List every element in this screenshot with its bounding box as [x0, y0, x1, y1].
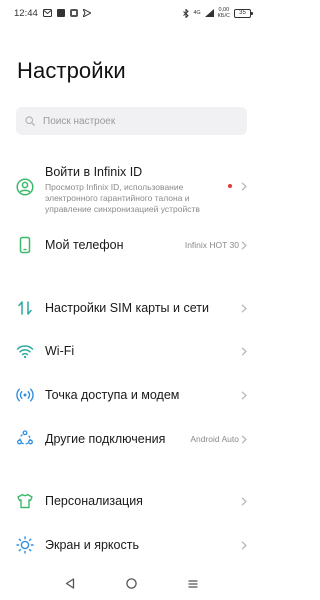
battery-icon: 35 [234, 8, 253, 18]
chevron-right-icon [240, 240, 248, 250]
settings-item-sim-network[interactable]: Настройки SIM карты и сети [0, 297, 263, 319]
status-time: 12:44 [14, 7, 38, 19]
item-label: Другие подключения [45, 432, 166, 446]
notification-icon-send [82, 9, 91, 17]
settings-item-wifi[interactable]: Wi-Fi [0, 340, 263, 362]
chevron-right-icon [240, 390, 248, 400]
chevron-right-icon [240, 434, 248, 444]
recents-icon [187, 580, 198, 588]
wifi-icon [16, 342, 34, 360]
sim-network-icon [16, 299, 34, 317]
network-indicator: 4G [193, 10, 200, 16]
home-icon [126, 578, 137, 589]
notification-dot [228, 184, 232, 188]
item-label: Мой телефон [45, 238, 124, 252]
item-value: Android Auto [190, 434, 239, 444]
connections-icon [16, 430, 34, 448]
status-bar: 12:44 4G 0,00 КБ/С 35 [0, 0, 263, 26]
network-type: 4G [193, 10, 201, 16]
item-value: Infinix HOT 30 [184, 240, 239, 250]
back-button[interactable] [65, 576, 75, 594]
settings-item-other-connections[interactable]: Другие подключения Android Auto [0, 428, 263, 450]
speed-indicator: 0,00 КБ/С [218, 7, 230, 19]
battery-level: 35 [239, 10, 246, 16]
settings-item-my-phone[interactable]: Мой телефон Infinix HOT 30 [0, 234, 263, 256]
chevron-right-icon [240, 496, 248, 506]
account-icon [16, 178, 34, 196]
item-label: Персонализация [45, 494, 143, 508]
phone-icon [16, 236, 34, 254]
chevron-right-icon [240, 346, 248, 356]
item-label: Настройки SIM карты и сети [45, 301, 209, 315]
account-description: Просмотр Infinix ID, использование элект… [45, 182, 200, 214]
notification-icon-app [69, 9, 78, 17]
notification-icon-mail [42, 9, 52, 17]
item-label: Экран и яркость [45, 538, 139, 552]
account-row[interactable]: Войти в Infinix ID Просмотр Infinix ID, … [0, 160, 263, 220]
recents-button[interactable] [187, 576, 198, 594]
item-label: Wi-Fi [45, 344, 75, 358]
search-input[interactable]: Поиск настроек [16, 107, 247, 135]
account-label: Войти в Infinix ID [45, 165, 143, 179]
signal-icon [204, 9, 214, 17]
notification-icon-stop [56, 9, 65, 17]
hotspot-icon [16, 386, 34, 404]
speed-unit: КБ/С [217, 13, 230, 19]
status-left: 12:44 [14, 8, 91, 19]
back-icon [66, 578, 75, 589]
chevron-right-icon [240, 181, 248, 191]
page-title: Настройки [17, 58, 126, 83]
settings-item-hotspot[interactable]: Точка доступа и модем [0, 384, 263, 406]
settings-item-display-brightness[interactable]: Экран и яркость [0, 534, 263, 556]
home-button[interactable] [126, 576, 137, 594]
brightness-icon [16, 536, 34, 554]
search-icon [25, 116, 35, 126]
settings-item-personalization[interactable]: Персонализация [0, 490, 263, 512]
chevron-right-icon [240, 540, 248, 550]
status-right: 4G 0,00 КБ/С 35 [183, 7, 253, 19]
item-label: Точка доступа и модем [45, 388, 180, 402]
navigation-bar [0, 570, 263, 600]
bluetooth-icon [183, 8, 190, 18]
chevron-right-icon [240, 303, 248, 313]
search-placeholder: Поиск настроек [43, 115, 116, 127]
shirt-icon [16, 492, 34, 510]
